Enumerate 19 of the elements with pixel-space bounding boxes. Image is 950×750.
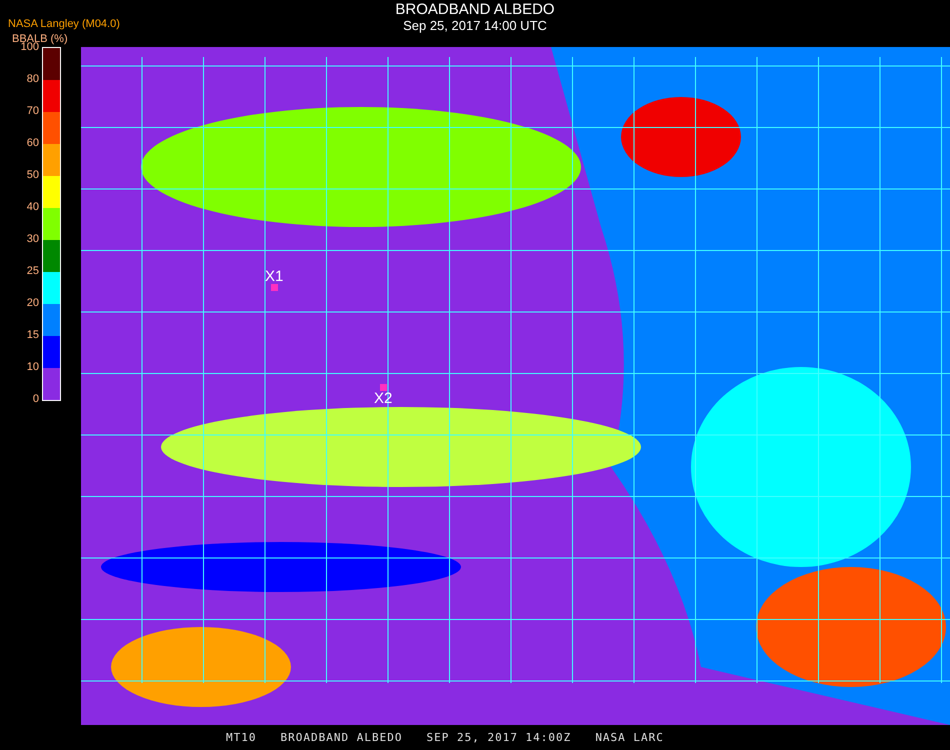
legend-tick-label: 20 <box>26 296 40 311</box>
legend-tick-label: 60 <box>26 136 40 151</box>
marker-label: X1 <box>265 269 284 284</box>
chart-datetime: Sep 25, 2017 14:00 UTC <box>403 18 547 33</box>
footer-text: BROADBAND ALBEDO <box>280 731 402 744</box>
footer-text: SEP 25, 2017 14:00Z <box>426 731 572 744</box>
footer-text: NASA LARC <box>595 731 664 744</box>
footer-text: MT10 <box>226 731 256 744</box>
legend-tick-label: 10 <box>26 360 40 375</box>
legend-tick-label: 15 <box>26 328 40 343</box>
legend-tick-label: 40 <box>26 200 40 215</box>
chart-title: BROADBAND ALBEDO <box>395 1 555 18</box>
legend-tick-label: 50 <box>26 168 40 183</box>
legend-tick-label: 30 <box>26 232 40 247</box>
source-label: NASA Langley (M04.0) <box>8 18 121 30</box>
legend-tick-label: 70 <box>26 104 40 119</box>
legend-tick-label: 0 <box>32 392 40 407</box>
legend-tick-label: 25 <box>26 264 40 279</box>
legend-tick-label: 80 <box>26 72 40 87</box>
